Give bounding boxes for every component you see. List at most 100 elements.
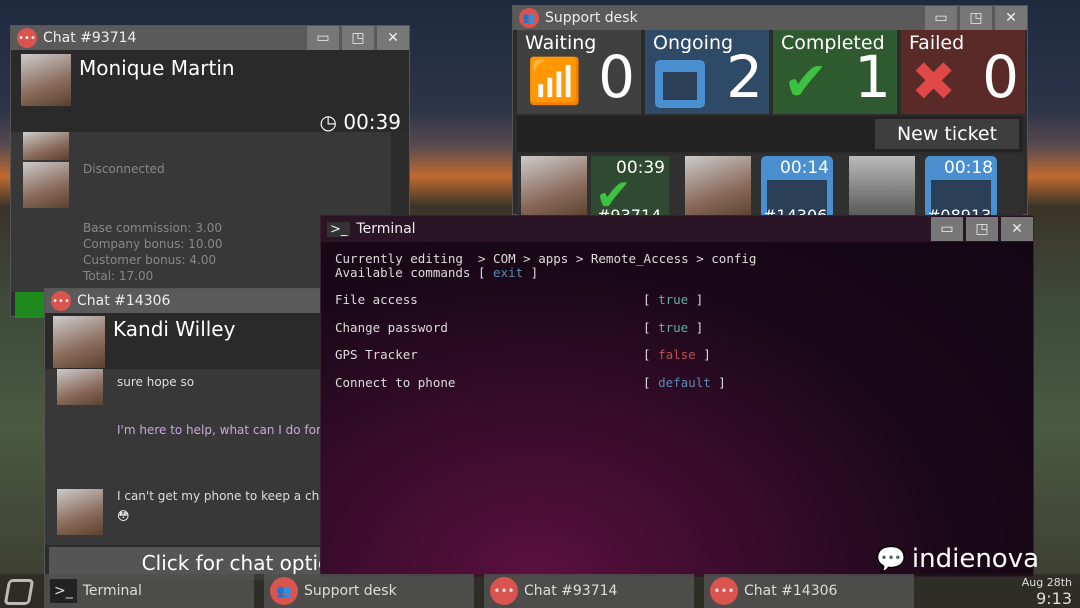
card-label: Waiting bbox=[525, 32, 597, 54]
avatar bbox=[21, 54, 71, 106]
failed-card[interactable]: Failed ✖ 0 bbox=[901, 30, 1025, 114]
bracket: [ bbox=[643, 292, 659, 307]
avatar bbox=[23, 132, 69, 160]
emoji: 😳 bbox=[117, 509, 130, 523]
popout-button[interactable]: ◳ bbox=[960, 6, 992, 30]
message: I can't get my phone to keep a cha bbox=[117, 489, 327, 503]
avatar bbox=[849, 156, 915, 216]
ticket-time: 00:18 bbox=[944, 158, 993, 178]
card-count: 0 bbox=[982, 43, 1019, 111]
setting-name: File access bbox=[335, 292, 418, 307]
terminal-icon: >_ bbox=[327, 221, 351, 237]
chat-window-14306: ••• Chat #14306 Kandi Willey sure hope so… bbox=[44, 288, 334, 580]
start-logo-icon[interactable] bbox=[3, 579, 35, 605]
taskbar-chat-14306[interactable]: ••• Chat #14306 bbox=[704, 574, 914, 608]
bracket: ] bbox=[710, 374, 726, 390]
x-icon: ✖ bbox=[911, 50, 957, 113]
support-desk-window: 👥 Support desk ▭ ◳ ✕ Waiting 📶 0 Ongoing 2 Com… bbox=[512, 5, 1028, 216]
message: sure hope so bbox=[117, 375, 195, 389]
summary-line: Total: 17.00 bbox=[83, 269, 154, 283]
taskbar-chat-93714[interactable]: ••• Chat #93714 bbox=[484, 574, 694, 608]
summary-line: Base commission: 3.00 bbox=[83, 221, 223, 235]
popout-button[interactable]: ◳ bbox=[966, 217, 998, 241]
summary-line: Company bonus: 10.00 bbox=[83, 237, 223, 251]
chat-bubble-icon: ••• bbox=[710, 577, 738, 605]
exit-command[interactable]: exit bbox=[493, 265, 523, 280]
setting-row[interactable]: Connect to phone [ default ] bbox=[335, 374, 1019, 404]
chat-timer: 00:39 bbox=[343, 110, 401, 134]
bracket: ] bbox=[523, 265, 539, 280]
card-count: 0 bbox=[598, 43, 635, 111]
chat-bubble-icon: ••• bbox=[490, 577, 518, 605]
setting-value[interactable]: true bbox=[658, 320, 688, 349]
ticket-93714[interactable]: ✔ 00:39 #93714 bbox=[521, 156, 673, 216]
taskbar: >_ Terminal 👥 Support desk ••• Chat #93714 … bbox=[0, 574, 1080, 608]
setting-value[interactable]: false bbox=[658, 348, 696, 376]
popout-button[interactable]: ◳ bbox=[342, 26, 374, 50]
bracket: [ bbox=[643, 319, 659, 335]
close-button[interactable]: ✕ bbox=[1001, 217, 1033, 241]
card-count: 2 bbox=[726, 43, 763, 111]
setting-row[interactable]: Change password [ true ] bbox=[335, 319, 1019, 349]
task-label: Support desk bbox=[304, 583, 397, 599]
setting-row[interactable]: File access [ true ] bbox=[335, 293, 1019, 321]
avatar bbox=[53, 316, 105, 368]
completed-card[interactable]: Completed ✔ 1 bbox=[773, 30, 897, 114]
taskbar-support-desk[interactable]: 👥 Support desk bbox=[264, 574, 474, 608]
contact-name: Monique Martin bbox=[79, 56, 235, 80]
close-button[interactable]: ✕ bbox=[995, 6, 1027, 30]
avatar bbox=[57, 489, 103, 535]
bracket: ] bbox=[695, 347, 711, 362]
window-icon bbox=[655, 60, 705, 108]
editing-label: Currently editing bbox=[335, 251, 463, 266]
setting-name: Connect to phone bbox=[335, 374, 456, 390]
wifi-icon: 📶 bbox=[527, 56, 582, 107]
card-label: Ongoing bbox=[653, 32, 734, 54]
minimize-button[interactable]: ▭ bbox=[307, 26, 339, 50]
close-button[interactable]: ✕ bbox=[377, 26, 409, 50]
avatar bbox=[521, 156, 587, 216]
chat-bubble-icon: ••• bbox=[51, 291, 71, 311]
taskbar-terminal[interactable]: >_ Terminal bbox=[44, 574, 254, 608]
setting-value[interactable]: true bbox=[658, 293, 688, 321]
bracket: ] bbox=[688, 292, 704, 307]
minimize-button[interactable]: ▭ bbox=[931, 217, 963, 241]
minimize-button[interactable]: ▭ bbox=[925, 6, 957, 30]
task-label: Terminal bbox=[82, 583, 142, 599]
waiting-card[interactable]: Waiting 📶 0 bbox=[517, 30, 641, 114]
commands-label: Available commands [ bbox=[335, 265, 494, 280]
window-title: Chat #14306 bbox=[77, 293, 171, 309]
setting-row[interactable]: GPS Tracker [ false ] bbox=[335, 348, 1019, 376]
check-icon: ✔ bbox=[783, 50, 829, 113]
summary-line: Customer bonus: 4.00 bbox=[83, 253, 217, 267]
chat-bubble-icon: ••• bbox=[17, 28, 37, 48]
window-title: Support desk bbox=[545, 10, 638, 26]
avatar bbox=[685, 156, 751, 216]
new-ticket-button[interactable]: New ticket bbox=[875, 119, 1019, 149]
bracket: ] bbox=[688, 319, 704, 335]
ticket-time: 00:39 bbox=[616, 158, 665, 178]
contact-name: Kandi Willey bbox=[113, 317, 236, 341]
support-icon: 👥 bbox=[270, 577, 298, 605]
ticket-08913[interactable]: 00:18 #08913 bbox=[849, 156, 1001, 216]
setting-value[interactable]: default bbox=[658, 375, 711, 404]
clock-icon: ◷ bbox=[319, 110, 337, 134]
window-title: Terminal bbox=[356, 221, 416, 237]
setting-name: GPS Tracker bbox=[335, 347, 418, 362]
ticket-14306[interactable]: 00:14 #14306 bbox=[685, 156, 837, 216]
terminal-icon: >_ bbox=[50, 579, 77, 603]
wechat-icon: 💬 bbox=[876, 545, 906, 573]
task-label: Chat #14306 bbox=[744, 583, 838, 599]
ongoing-card[interactable]: Ongoing 2 bbox=[645, 30, 769, 114]
avatar bbox=[23, 162, 69, 208]
card-count: 1 bbox=[854, 43, 891, 111]
ticket-time: 00:14 bbox=[780, 158, 829, 178]
avatar bbox=[57, 369, 103, 405]
terminal-window: >_ Terminal ▭ ◳ ✕ Currently editing > COM >… bbox=[320, 215, 1034, 577]
bracket: [ bbox=[643, 347, 659, 362]
breadcrumb: > COM > apps > Remote_Access > config bbox=[462, 251, 757, 266]
watermark: indienova bbox=[911, 544, 1040, 574]
clock: 9:13 bbox=[1036, 589, 1072, 608]
support-icon: 👥 bbox=[519, 8, 539, 28]
setting-name: Change password bbox=[335, 319, 448, 335]
